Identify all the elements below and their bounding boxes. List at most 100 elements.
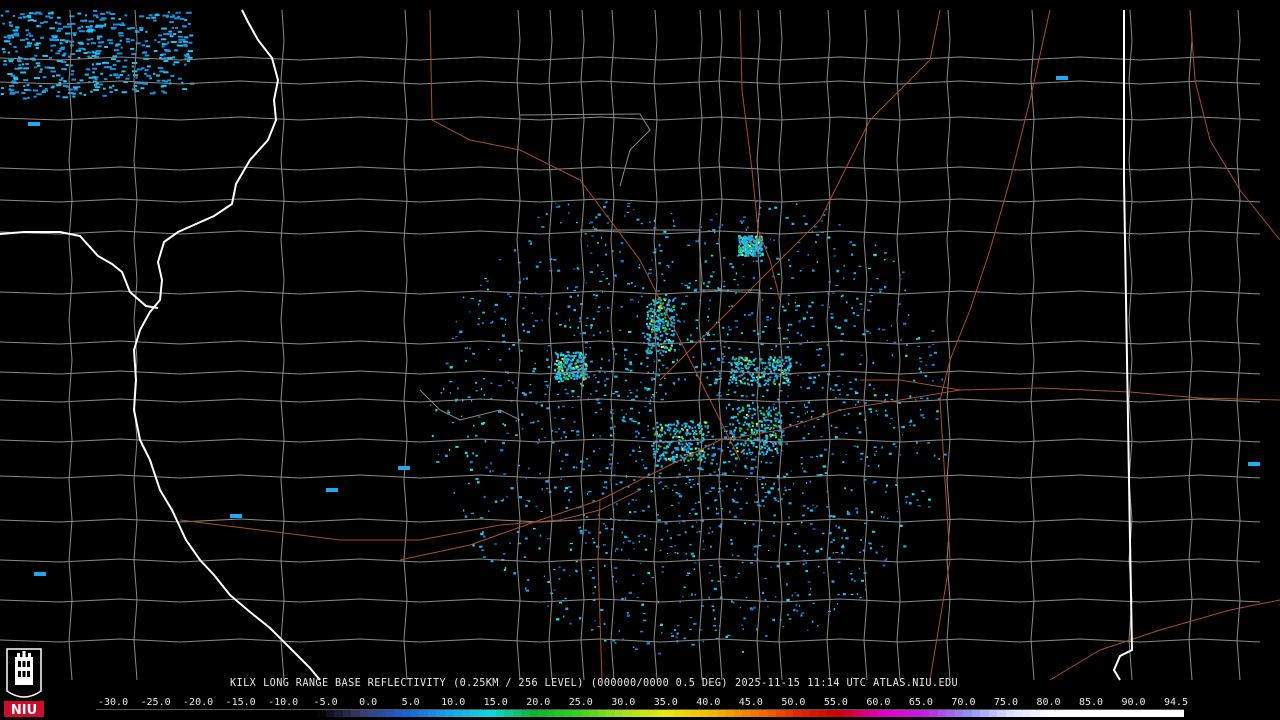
echo-pixel: [687, 432, 690, 435]
echo-pixel: [876, 414, 878, 416]
echo-pixel: [522, 329, 526, 332]
echo-pixel: [750, 383, 753, 386]
echo-pixel: [178, 38, 183, 41]
echo-pixel: [646, 642, 650, 645]
echo-pixel: [573, 356, 575, 358]
echo-pixel: [768, 358, 771, 361]
echo-pixel: [659, 384, 663, 386]
echo-pixel: [230, 514, 242, 518]
echo-pixel: [502, 334, 505, 337]
echo-pixel: [819, 474, 823, 476]
echo-pixel: [740, 442, 743, 446]
echo-pixel: [772, 424, 775, 427]
echo-pixel: [633, 510, 637, 513]
echo-pixel: [651, 576, 654, 579]
echo-pixel: [577, 395, 580, 398]
echo-pixel: [57, 27, 63, 30]
echo-pixel: [634, 285, 637, 287]
echo-pixel: [777, 273, 780, 276]
echo-pixel: [738, 358, 741, 360]
echo-pixel: [729, 510, 731, 514]
echo-pixel: [671, 310, 674, 313]
echo-pixel: [601, 271, 604, 273]
echo-pixel: [558, 449, 560, 452]
echo-pixel: [886, 557, 888, 560]
echo-pixel: [185, 11, 192, 14]
echo-pixel: [90, 90, 93, 93]
echo-pixel: [742, 423, 745, 426]
echo-pixel: [157, 41, 161, 44]
product-resolution: (0.25KM / 256 LEVEL): [453, 678, 584, 689]
echo-pixel: [597, 242, 599, 244]
echo-pixel: [472, 424, 475, 427]
echo-pixel: [500, 317, 504, 320]
echo-pixel: [670, 344, 673, 347]
echo-pixel: [712, 609, 715, 612]
echo-pixel: [742, 372, 745, 375]
echo-pixel: [145, 45, 151, 48]
echo-pixel: [665, 336, 667, 339]
echo-pixel: [770, 420, 773, 423]
echo-pixel: [560, 478, 563, 480]
echo-pixel: [821, 220, 823, 222]
echo-pixel: [856, 427, 859, 429]
echo-pixel: [739, 220, 743, 222]
echo-pixel: [754, 553, 757, 556]
echo-pixel: [651, 324, 654, 326]
echo-pixel: [795, 304, 797, 308]
echo-pixel: [675, 435, 678, 438]
echo-pixel: [682, 428, 685, 431]
echo-pixel: [169, 21, 174, 24]
echo-pixel: [685, 295, 689, 297]
scale-label: 40.0: [696, 697, 721, 708]
echo-pixel: [1, 48, 6, 51]
echo-pixel: [468, 482, 470, 484]
echo-pixel: [661, 632, 663, 634]
echo-pixel: [740, 332, 743, 334]
echo-pixel: [57, 50, 62, 52]
echo-pixel: [820, 547, 823, 551]
echo-pixel: [605, 552, 608, 554]
echo-pixel: [697, 423, 700, 426]
echo-pixel: [767, 424, 770, 427]
echo-pixel: [752, 330, 756, 332]
echo-pixel: [786, 346, 790, 349]
echo-pixel: [783, 309, 787, 312]
echo-pixel: [119, 39, 123, 42]
echo-pixel: [569, 542, 573, 545]
echo-pixel: [17, 67, 23, 70]
color-scale-labels: -30.0 -25.0 -20.0 -15.0 -10.0 -5.0 0.0 5.0 10.0 1…: [0, 697, 1280, 709]
echo-pixel: [670, 334, 673, 337]
echo-pixel: [657, 301, 660, 304]
echo-pixel: [768, 368, 771, 370]
echo-pixel: [109, 13, 116, 15]
echo-pixel: [525, 504, 528, 508]
echo-pixel: [637, 422, 641, 425]
echo-pixel: [661, 273, 663, 275]
echo-pixel: [590, 324, 593, 327]
echo-pixel: [767, 383, 770, 386]
echo-pixel: [564, 378, 567, 381]
echo-pixel: [716, 462, 718, 466]
echo-pixel: [683, 320, 685, 323]
echo-pixel: [647, 272, 650, 275]
echo-pixel: [580, 382, 582, 385]
echo-pixel: [587, 245, 589, 247]
echo-pixel: [10, 25, 14, 27]
echo-pixel: [764, 492, 767, 493]
echo-pixel: [583, 377, 586, 380]
echo-pixel: [480, 387, 483, 391]
echo-pixel: [717, 447, 721, 450]
echo-pixel: [829, 387, 832, 391]
echo-pixel: [691, 508, 695, 510]
echo-pixel: [615, 580, 617, 583]
echo-pixel: [831, 292, 835, 294]
echo-pixel: [729, 432, 732, 435]
echo-pixel: [652, 371, 655, 374]
echo-pixel: [769, 317, 772, 320]
echo-pixel: [657, 309, 659, 312]
echo-pixel: [526, 500, 528, 502]
echo-pixel: [668, 299, 671, 302]
echo-pixel: [771, 455, 774, 458]
echo-pixel: [498, 384, 502, 387]
